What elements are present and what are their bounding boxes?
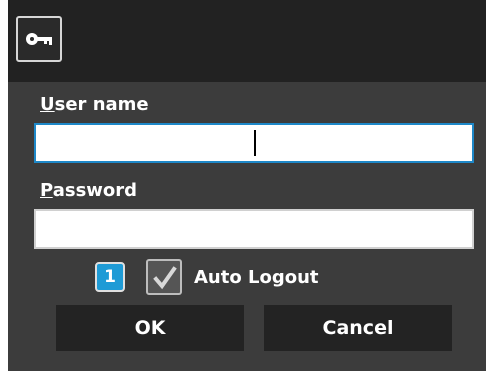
login-dialog: User name Password 1 Auto Logout OK Canc… — [8, 0, 486, 371]
cancel-button[interactable]: Cancel — [264, 305, 452, 351]
key-icon — [16, 16, 62, 62]
checkmark-icon — [153, 266, 177, 290]
password-label: Password — [40, 180, 138, 201]
auto-logout-label: Auto Logout — [194, 267, 319, 288]
password-field[interactable] — [34, 209, 474, 249]
number-badge: 1 — [95, 262, 125, 292]
auto-logout-checkbox[interactable] — [146, 259, 182, 295]
title-bar — [8, 0, 486, 82]
ok-button[interactable]: OK — [56, 305, 244, 351]
text-caret — [254, 130, 256, 156]
username-label: User name — [40, 94, 149, 115]
